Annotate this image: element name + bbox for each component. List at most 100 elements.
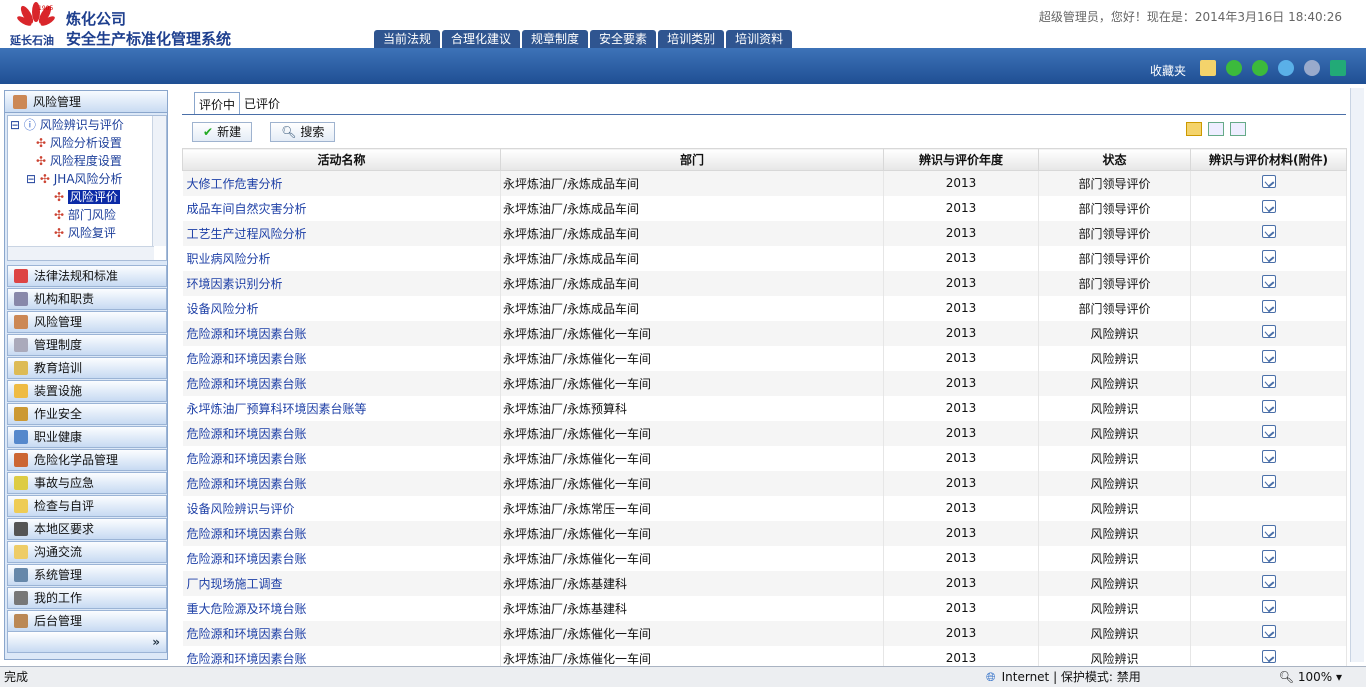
activity-name-link[interactable]: 危险源和环境因素台账 bbox=[182, 370, 501, 396]
activity-name-link[interactable]: 重大危险源及环境台账 bbox=[182, 595, 501, 621]
table-row[interactable]: 设备风险辨识与评价 永坪炼油厂/永炼常压一车间 2013 风险辨识 bbox=[182, 495, 1347, 521]
home-icon[interactable] bbox=[1200, 60, 1216, 76]
refresh-icon[interactable] bbox=[1278, 60, 1294, 76]
attachment-edit-icon[interactable] bbox=[1261, 475, 1276, 488]
table-row[interactable]: 危险源和环境因素台账 永坪炼油厂/永炼催化一车间 2013 风险辨识 bbox=[182, 545, 1347, 571]
tab-evaluated[interactable]: 已评价 bbox=[240, 92, 284, 114]
menu-item[interactable]: 机构和职责 bbox=[7, 288, 167, 310]
table-row[interactable]: 危险源和环境因素台账 永坪炼油厂/永炼催化一车间 2013 风险辨识 bbox=[182, 370, 1347, 396]
activity-name-link[interactable]: 危险源和环境因素台账 bbox=[182, 520, 501, 546]
favorites-link[interactable]: 收藏夹 bbox=[1150, 62, 1186, 79]
activity-name-link[interactable]: 设备风险分析 bbox=[182, 295, 501, 321]
nav-tab[interactable]: 合理化建议 bbox=[442, 30, 521, 48]
menu-item[interactable]: 事故与应急 bbox=[7, 472, 167, 494]
tree-item[interactable]: ⊟ ⓘ 风险辨识与评价 bbox=[8, 116, 166, 134]
menu-item[interactable]: 我的工作 bbox=[7, 587, 167, 609]
back-icon[interactable] bbox=[1226, 60, 1242, 76]
nav-tab[interactable]: 培训类别 bbox=[658, 30, 725, 48]
menu-item[interactable]: 作业安全 bbox=[7, 403, 167, 425]
table-row[interactable]: 重大危险源及环境台账 永坪炼油厂/永炼基建科 2013 风险辨识 bbox=[182, 595, 1347, 621]
activity-name-link[interactable]: 危险源和环境因素台账 bbox=[182, 620, 501, 646]
activity-name-link[interactable]: 危险源和环境因素台账 bbox=[182, 345, 501, 371]
table-row[interactable]: 危险源和环境因素台账 永坪炼油厂/永炼催化一车间 2013 风险辨识 bbox=[182, 620, 1347, 646]
nav-tab[interactable]: 当前法规 bbox=[374, 30, 441, 48]
attachment-edit-icon[interactable] bbox=[1261, 575, 1276, 588]
activity-name-link[interactable]: 大修工作危害分析 bbox=[182, 170, 501, 196]
activity-name-link[interactable]: 危险源和环境因素台账 bbox=[182, 545, 501, 571]
tree-item[interactable]: ✣ 风险复评 bbox=[8, 224, 166, 242]
column-header[interactable]: 状态 bbox=[1038, 148, 1191, 171]
activity-name-link[interactable]: 危险源和环境因素台账 bbox=[182, 420, 501, 446]
attachment-edit-icon[interactable] bbox=[1261, 650, 1276, 663]
tab-evaluating[interactable]: 评价中 bbox=[194, 92, 241, 114]
sidebar-expand-button[interactable]: » bbox=[7, 631, 167, 653]
tree-item[interactable]: ⊟ ✣ JHA风险分析 bbox=[8, 170, 166, 188]
new-button[interactable]: ✔ 新建 bbox=[192, 122, 253, 142]
table-row[interactable]: 危险源和环境因素台账 永坪炼油厂/永炼催化一车间 2013 风险辨识 bbox=[182, 445, 1347, 471]
attachment-edit-icon[interactable] bbox=[1261, 275, 1276, 288]
forward-icon[interactable] bbox=[1252, 60, 1268, 76]
image-icon[interactable] bbox=[1230, 122, 1246, 136]
attachment-edit-icon[interactable] bbox=[1261, 425, 1276, 438]
activity-name-link[interactable]: 危险源和环境因素台账 bbox=[182, 470, 501, 496]
tree-item-selected[interactable]: ✣ 风险评价 bbox=[8, 188, 166, 206]
table-row[interactable]: 危险源和环境因素台账 永坪炼油厂/永炼催化一车间 2013 风险辨识 bbox=[182, 345, 1347, 371]
attachment-edit-icon[interactable] bbox=[1261, 300, 1276, 313]
menu-item[interactable]: 沟通交流 bbox=[7, 541, 167, 563]
menu-item[interactable]: 职业健康 bbox=[7, 426, 167, 448]
activity-name-link[interactable]: 成品车间自然灾害分析 bbox=[182, 195, 501, 221]
column-header[interactable]: 辨识与评价材料(附件) bbox=[1190, 148, 1347, 171]
tree-item[interactable]: ✣ 风险分析设置 bbox=[8, 134, 166, 152]
attachment-edit-icon[interactable] bbox=[1261, 375, 1276, 388]
menu-item[interactable]: 装置设施 bbox=[7, 380, 167, 402]
menu-item[interactable]: 管理制度 bbox=[7, 334, 167, 356]
table-row[interactable]: 危险源和环境因素台账 永坪炼油厂/永炼催化一车间 2013 风险辨识 bbox=[182, 470, 1347, 496]
table-row[interactable]: 危险源和环境因素台账 永坪炼油厂/永炼催化一车间 2013 风险辨识 bbox=[182, 520, 1347, 546]
attachment-edit-icon[interactable] bbox=[1261, 200, 1276, 213]
menu-item[interactable]: 危险化学品管理 bbox=[7, 449, 167, 471]
activity-name-link[interactable]: 职业病风险分析 bbox=[182, 245, 501, 271]
table-row[interactable]: 工艺生产过程风险分析 永坪炼油厂/永炼成品车间 2013 部门领导评价 bbox=[182, 220, 1347, 246]
menu-item[interactable]: 风险管理 bbox=[7, 311, 167, 333]
attachment-edit-icon[interactable] bbox=[1261, 400, 1276, 413]
activity-name-link[interactable]: 危险源和环境因素台账 bbox=[182, 445, 501, 471]
tree-item[interactable]: ✣ 风险程度设置 bbox=[8, 152, 166, 170]
table-row[interactable]: 成品车间自然灾害分析 永坪炼油厂/永炼成品车间 2013 部门领导评价 bbox=[182, 195, 1347, 221]
menu-item[interactable]: 系统管理 bbox=[7, 564, 167, 586]
exit-icon[interactable] bbox=[1330, 60, 1346, 76]
tools-icon[interactable] bbox=[1304, 60, 1320, 76]
attachment-edit-icon[interactable] bbox=[1261, 525, 1276, 538]
nav-tab[interactable]: 安全要素 bbox=[590, 30, 657, 48]
menu-item[interactable]: 检查与自评 bbox=[7, 495, 167, 517]
activity-name-link[interactable]: 厂内现场施工调查 bbox=[182, 570, 501, 596]
menu-item[interactable]: 教育培训 bbox=[7, 357, 167, 379]
table-row[interactable]: 设备风险分析 永坪炼油厂/永炼成品车间 2013 部门领导评价 bbox=[182, 295, 1347, 321]
attachment-edit-icon[interactable] bbox=[1261, 550, 1276, 563]
menu-item[interactable]: 法律法规和标准 bbox=[7, 265, 167, 287]
table-row[interactable]: 厂内现场施工调查 永坪炼油厂/永炼基建科 2013 风险辨识 bbox=[182, 570, 1347, 596]
attachment-edit-icon[interactable] bbox=[1261, 325, 1276, 338]
export-icon[interactable] bbox=[1208, 122, 1224, 136]
activity-name-link[interactable]: 设备风险辨识与评价 bbox=[182, 495, 501, 521]
search-button[interactable]: 🔍︎ 搜索 bbox=[270, 122, 336, 142]
table-row[interactable]: 职业病风险分析 永坪炼油厂/永炼成品车间 2013 部门领导评价 bbox=[182, 245, 1347, 271]
table-row[interactable]: 危险源和环境因素台账 永坪炼油厂/永炼催化一车间 2013 风险辨识 bbox=[182, 320, 1347, 346]
activity-name-link[interactable]: 危险源和环境因素台账 bbox=[182, 320, 501, 346]
column-header[interactable]: 辨识与评价年度 bbox=[883, 148, 1039, 171]
table-row[interactable]: 环境因素识别分析 永坪炼油厂/永炼成品车间 2013 部门领导评价 bbox=[182, 270, 1347, 296]
attachment-edit-icon[interactable] bbox=[1261, 175, 1276, 189]
nav-tab[interactable]: 规章制度 bbox=[522, 30, 589, 48]
menu-item[interactable]: 本地区要求 bbox=[7, 518, 167, 540]
tree-vertical-scrollbar[interactable] bbox=[152, 116, 166, 246]
zoom-level[interactable]: 🔍︎ 100% ▾ bbox=[1279, 667, 1342, 687]
activity-name-link[interactable]: 永坪炼油厂预算科环境因素台账等 bbox=[182, 395, 501, 421]
attachment-edit-icon[interactable] bbox=[1261, 225, 1276, 238]
tree-item[interactable]: ✣ 部门风险 bbox=[8, 206, 166, 224]
nav-tab[interactable]: 培训资料 bbox=[726, 30, 793, 48]
main-vertical-scrollbar[interactable] bbox=[1350, 88, 1364, 662]
attachment-edit-icon[interactable] bbox=[1261, 350, 1276, 363]
activity-name-link[interactable]: 工艺生产过程风险分析 bbox=[182, 220, 501, 246]
column-header[interactable]: 活动名称 bbox=[182, 148, 501, 171]
tree-horizontal-scrollbar[interactable] bbox=[8, 246, 154, 260]
attachment-edit-icon[interactable] bbox=[1261, 450, 1276, 463]
